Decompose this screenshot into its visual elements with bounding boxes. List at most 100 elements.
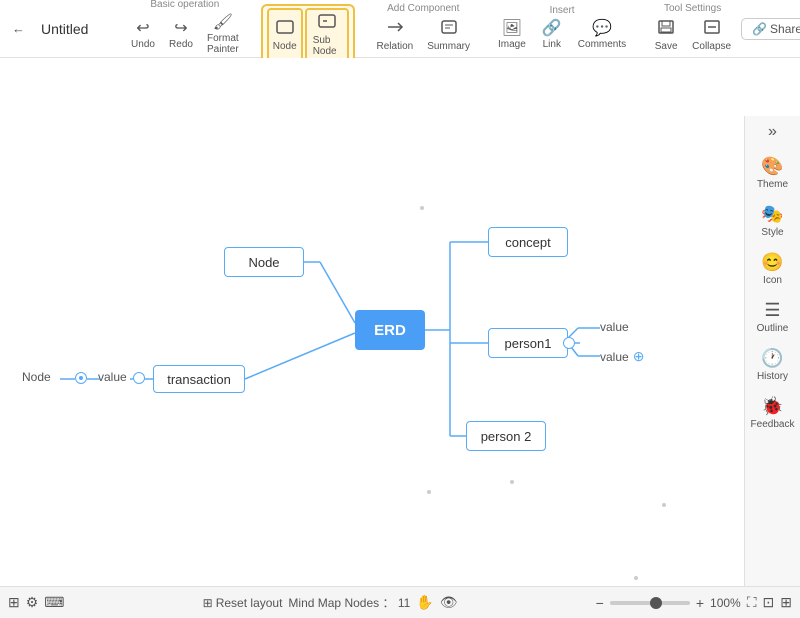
node1-box[interactable]: Node [224, 247, 304, 277]
style-label: Style [761, 227, 783, 238]
zoom-thumb[interactable] [650, 597, 662, 609]
back-icon: ← [12, 21, 25, 36]
add-value-button[interactable]: ⊕ [633, 348, 645, 365]
format-painter-button[interactable]: 🖌 Format Painter [201, 12, 245, 58]
keyboard-icon[interactable]: ⌨ [44, 594, 64, 611]
toolbar-group-insert: Insert 🖼 Image 🔗 Link 💬 Comments [488, 5, 636, 53]
dot-scatter-2 [510, 480, 514, 484]
grid-icon[interactable]: ⊞ [8, 594, 20, 611]
dot-scatter-4 [662, 503, 666, 507]
toolbar-group-add-component: Add Component Relation Summary [367, 3, 481, 55]
hand-icon[interactable]: ✋ [416, 594, 433, 611]
outline-panel-item[interactable]: ☰ Outline [749, 294, 797, 340]
feedback-panel-item[interactable]: 🐞 Feedback [749, 390, 797, 436]
zoom-plus-button[interactable]: + [696, 595, 704, 611]
tool-settings-buttons: Save Collapse [648, 16, 737, 55]
history-label: History [757, 371, 788, 382]
summary-icon [440, 19, 458, 39]
eye-icon[interactable]: 👁 [440, 594, 458, 611]
collapse-label: Collapse [692, 41, 731, 52]
value2-text: value ⊕ [600, 348, 644, 365]
dot-scatter-3 [427, 490, 431, 494]
top-right-btns: 🔗 Share 📤 Export [741, 18, 800, 40]
insert-buttons: 🖼 Image 🔗 Link 💬 Comments [492, 18, 632, 53]
icon-panel-icon: 😊 [761, 252, 783, 273]
fullscreen-icon[interactable]: ⊡ [763, 594, 775, 611]
image-label: Image [498, 39, 526, 50]
right-panel: » 🎨 Theme 🎭 Style 😊 Icon ☰ Outline 🕐 His… [744, 116, 800, 586]
link-label: Link [543, 39, 561, 50]
dot-scatter-5 [634, 576, 638, 580]
history-panel-item[interactable]: 🕐 History [749, 342, 797, 388]
comments-icon: 💬 [592, 21, 612, 37]
erd-node[interactable]: ERD [355, 310, 425, 350]
transaction-label: transaction [167, 372, 231, 387]
collapse-button[interactable]: Collapse [686, 16, 737, 55]
undo-button[interactable]: ↩ Undo [125, 18, 161, 53]
add-component-label: Add Component [387, 3, 459, 14]
canvas-area[interactable]: ERD concept person1 person 2 Node transa… [0, 58, 744, 586]
fit-screen-icon[interactable]: ⛶ [747, 594, 757, 611]
undo-label: Undo [131, 39, 155, 50]
node-icon [276, 19, 294, 39]
collapse-icon [703, 19, 721, 39]
share-icon: 🔗 [752, 22, 767, 36]
feedback-label: Feedback [751, 419, 795, 430]
summary-button[interactable]: Summary [421, 16, 476, 55]
comments-button[interactable]: 💬 Comments [572, 18, 632, 53]
settings-icon[interactable]: ⚙ [26, 594, 39, 611]
reset-layout-label: Reset layout [216, 596, 283, 610]
basic-op-label: Basic operation [150, 0, 219, 10]
bottom-left: ⊞ ⚙ ⌨ [8, 594, 65, 611]
map-nodes-label: Mind Map Nodes ： 11 [288, 594, 410, 611]
person1-node[interactable]: person1 [488, 328, 568, 358]
link-button[interactable]: 🔗 Link [534, 18, 570, 53]
image-button[interactable]: 🖼 Image [492, 18, 532, 53]
toolbar-group-tool-settings: Tool Settings Save Collapse [644, 3, 741, 55]
save-button[interactable]: Save [648, 16, 684, 55]
panel-collapse-button[interactable]: » [757, 120, 789, 144]
share-button[interactable]: 🔗 Share [741, 18, 800, 40]
outline-icon: ☰ [764, 300, 780, 321]
relation-button[interactable]: Relation [371, 16, 420, 55]
icon-panel-item[interactable]: 😊 Icon [749, 246, 797, 292]
bottom-bar: ⊞ ⚙ ⌨ ⊞ Reset layout Mind Map Nodes ： 11… [0, 586, 800, 618]
back-button[interactable]: ← [4, 17, 33, 40]
concept-label: concept [505, 235, 551, 250]
link-icon: 🔗 [542, 21, 562, 37]
relation-icon [386, 19, 404, 39]
dot-scatter-1 [420, 206, 424, 210]
zoom-minus-button[interactable]: − [596, 595, 604, 611]
theme-icon: 🎨 [761, 156, 783, 177]
style-icon: 🎭 [761, 204, 783, 225]
node-text-label: Node [22, 370, 51, 384]
chevron-right-icon: » [768, 123, 777, 141]
icon-label: Icon [763, 275, 782, 286]
layout-icon[interactable]: ⊞ [780, 594, 792, 611]
style-panel-item[interactable]: 🎭 Style [749, 198, 797, 244]
node-button[interactable]: Node [267, 8, 303, 62]
theme-panel-item[interactable]: 🎨 Theme [749, 150, 797, 196]
redo-button[interactable]: ↪ Redo [163, 18, 199, 53]
reset-layout-button[interactable]: ⊞ Reset layout [203, 596, 283, 610]
zoom-slider[interactable] [610, 601, 690, 605]
add-node-label: Add Node [285, 0, 329, 2]
redo-icon: ↪ [174, 21, 187, 37]
concept-node[interactable]: concept [488, 227, 568, 257]
add-node-wrap: Node Sub Node [261, 4, 355, 66]
sub-node-label: Sub Node [313, 35, 341, 57]
save-label: Save [655, 41, 678, 52]
page-title: Untitled [33, 21, 113, 37]
bottom-right: − + 100% ⛶ ⊡ ⊞ [596, 594, 792, 611]
save-icon [657, 19, 675, 39]
sub-node-button[interactable]: Sub Node [305, 8, 349, 62]
value1-text: value [600, 320, 629, 334]
comments-label: Comments [578, 39, 626, 50]
transaction-node[interactable]: transaction [153, 365, 245, 393]
zoom-percent: 100% [710, 596, 741, 610]
person1-dot [563, 337, 575, 349]
person2-node[interactable]: person 2 [466, 421, 546, 451]
outline-label: Outline [757, 323, 789, 334]
format-painter-label: Format Painter [207, 33, 239, 55]
feedback-icon: 🐞 [761, 396, 783, 417]
